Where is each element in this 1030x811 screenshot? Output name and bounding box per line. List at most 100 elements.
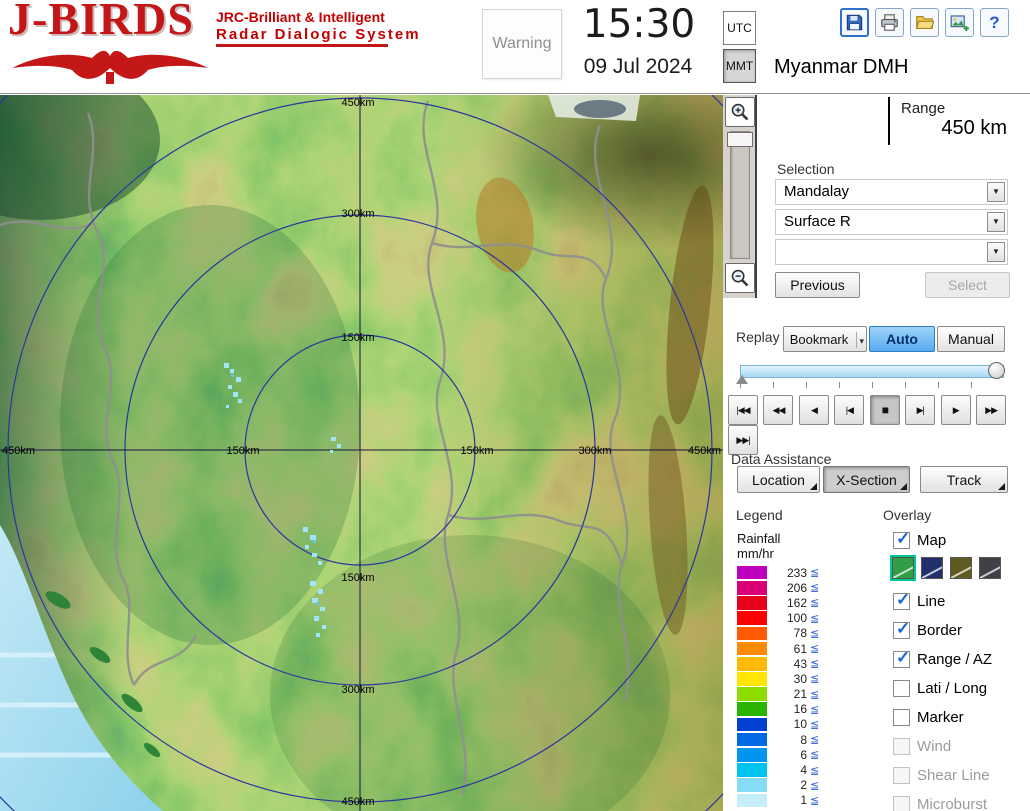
utc-toggle-button[interactable]: UTC [723,11,756,45]
zoom-in-button[interactable] [725,97,755,127]
map-style-navy-swatch[interactable] [921,557,943,579]
less-equal-symbol: ≦ [810,703,820,716]
legend-color-scale: 233 ≦ 206 ≦ 162 ≦ 100 ≦ 78 ≦ 61 ≦ 43 ≦ 30 ≦ 21 ≦ … [737,565,867,808]
header: J-BIRDS JRC-Brilliant & Intelligent Rada… [0,0,1030,94]
legend-row: 162 ≦ [737,595,867,610]
legend-color-swatch [737,763,767,777]
legend-color-swatch [737,656,767,671]
legend-value: 78 [793,626,807,641]
zoom-slider-handle[interactable] [727,132,753,147]
export-image-button[interactable] [945,8,974,37]
dropdown-extra[interactable] [775,239,1008,265]
legend-value: 4 [800,763,807,778]
open-folder-button[interactable] [910,8,939,37]
dropdown-arrow-icon[interactable] [856,332,864,348]
legend-color-swatch [737,596,767,610]
x-section-button[interactable]: X-Section [823,466,910,493]
chevron-down-icon[interactable] [987,242,1005,262]
overlay-item-line[interactable]: Line [893,590,945,610]
zoom-slider-track[interactable] [730,131,750,259]
legend-color-swatch [737,626,767,641]
zoom-out-button[interactable] [725,263,755,293]
legend-row: 206 ≦ [737,580,867,595]
checkbox-border[interactable] [893,619,910,639]
legend-color-swatch [737,687,767,701]
checkbox-map[interactable] [893,529,910,549]
rewind-button[interactable]: ◀◀ [763,395,794,425]
floppy-icon [846,14,863,31]
legend-row: 30 ≦ [737,671,867,686]
map-style-selector [890,555,1001,581]
checkbox-wind [893,737,910,755]
legend-value: 100 [786,611,807,626]
legend-row: 21 ≦ [737,687,867,702]
legend-row: 16 ≦ [737,702,867,717]
magnifier-plus-icon [731,103,749,121]
clock-date: 09 Jul 2024 [583,55,693,78]
range-label: 450km [341,796,374,808]
replay-timeline-track[interactable] [740,365,1004,378]
help-button[interactable]: ? [980,8,1009,37]
range-label: 450km [2,445,35,457]
overlay-item-marker[interactable]: Marker [893,708,964,726]
dropdown-product-value: Surface R [784,213,851,230]
checkbox-marker[interactable] [893,708,910,726]
previous-button[interactable]: Previous [775,272,860,298]
track-button-label: Track [946,471,982,488]
checkbox-line[interactable] [893,590,910,610]
eagle-logo-icon [12,50,208,84]
resize-corner-icon [998,483,1005,490]
step-forward-button[interactable]: ▶| [905,395,936,425]
bookmark-button[interactable]: Bookmark [783,326,867,352]
fast-forward-button[interactable]: ▶▶ [976,395,1007,425]
legend-value: 8 [800,732,807,747]
less-equal-symbol: ≦ [810,734,820,747]
overlay-item-border[interactable]: Border [893,619,962,639]
dropdown-product[interactable]: Surface R [775,209,1008,235]
replay-transport-controls: |◀◀ ◀◀ ◀ |◀ ■ ▶| ▶ ▶▶ ▶▶| [728,395,1013,455]
timeline-ticks [740,382,1004,388]
chevron-down-icon[interactable] [987,212,1005,232]
legend-color-swatch [737,717,767,732]
range-label: 150km [226,445,259,457]
overlay-item-label: Shear Line [917,766,990,784]
legend-row: 100 ≦ [737,611,867,626]
legend-value: 6 [800,747,807,762]
location-button[interactable]: Location [737,466,820,493]
skip-to-start-button[interactable]: |◀◀ [728,395,758,425]
map-style-olive-swatch[interactable] [950,557,972,579]
overlay-item-lati-long[interactable]: Lati / Long [893,679,987,697]
legend-color-swatch [737,565,767,580]
chevron-down-icon[interactable] [987,182,1005,202]
auto-replay-button[interactable]: Auto [869,326,935,352]
print-button[interactable] [875,8,904,37]
overlay-item-range-az[interactable]: Range / AZ [893,648,992,668]
play-reverse-button[interactable]: ◀ [798,395,829,425]
checkbox-range-az[interactable] [893,648,910,668]
clock-time: 15:30 [582,2,696,47]
manual-replay-button[interactable]: Manual [937,326,1005,352]
step-back-button[interactable]: |◀ [834,395,865,425]
play-button[interactable]: ▶ [940,395,971,425]
range-label: 450km [341,97,374,109]
save-button[interactable] [840,8,869,37]
map-style-gray-swatch[interactable] [979,557,1001,579]
radar-map-display[interactable]: 450km 300km 150km 150km 300km 450km 450k… [0,0,861,811]
range-label: 150km [341,572,374,584]
legend-row: 6 ≦ [737,747,867,762]
image-plus-icon [950,15,969,32]
map-style-green-swatch[interactable] [890,555,916,581]
mmt-toggle-button[interactable]: MMT [723,49,756,83]
legend-row: 43 ≦ [737,656,867,671]
dropdown-site[interactable]: Mandalay [775,179,1008,205]
logo-tagline-1: JRC-Brilliant & Intelligent [216,9,385,25]
location-button-label: Location [752,471,805,488]
stop-button[interactable]: ■ [869,395,900,425]
checkbox-lati-long[interactable] [893,679,910,697]
track-button[interactable]: Track [920,466,1008,493]
select-button[interactable]: Select [925,272,1010,298]
less-equal-symbol: ≦ [810,612,820,625]
overlay-item-map[interactable]: Map [893,529,946,549]
legend-value: 206 [786,580,807,595]
timeline-position-handle[interactable] [988,362,1005,379]
